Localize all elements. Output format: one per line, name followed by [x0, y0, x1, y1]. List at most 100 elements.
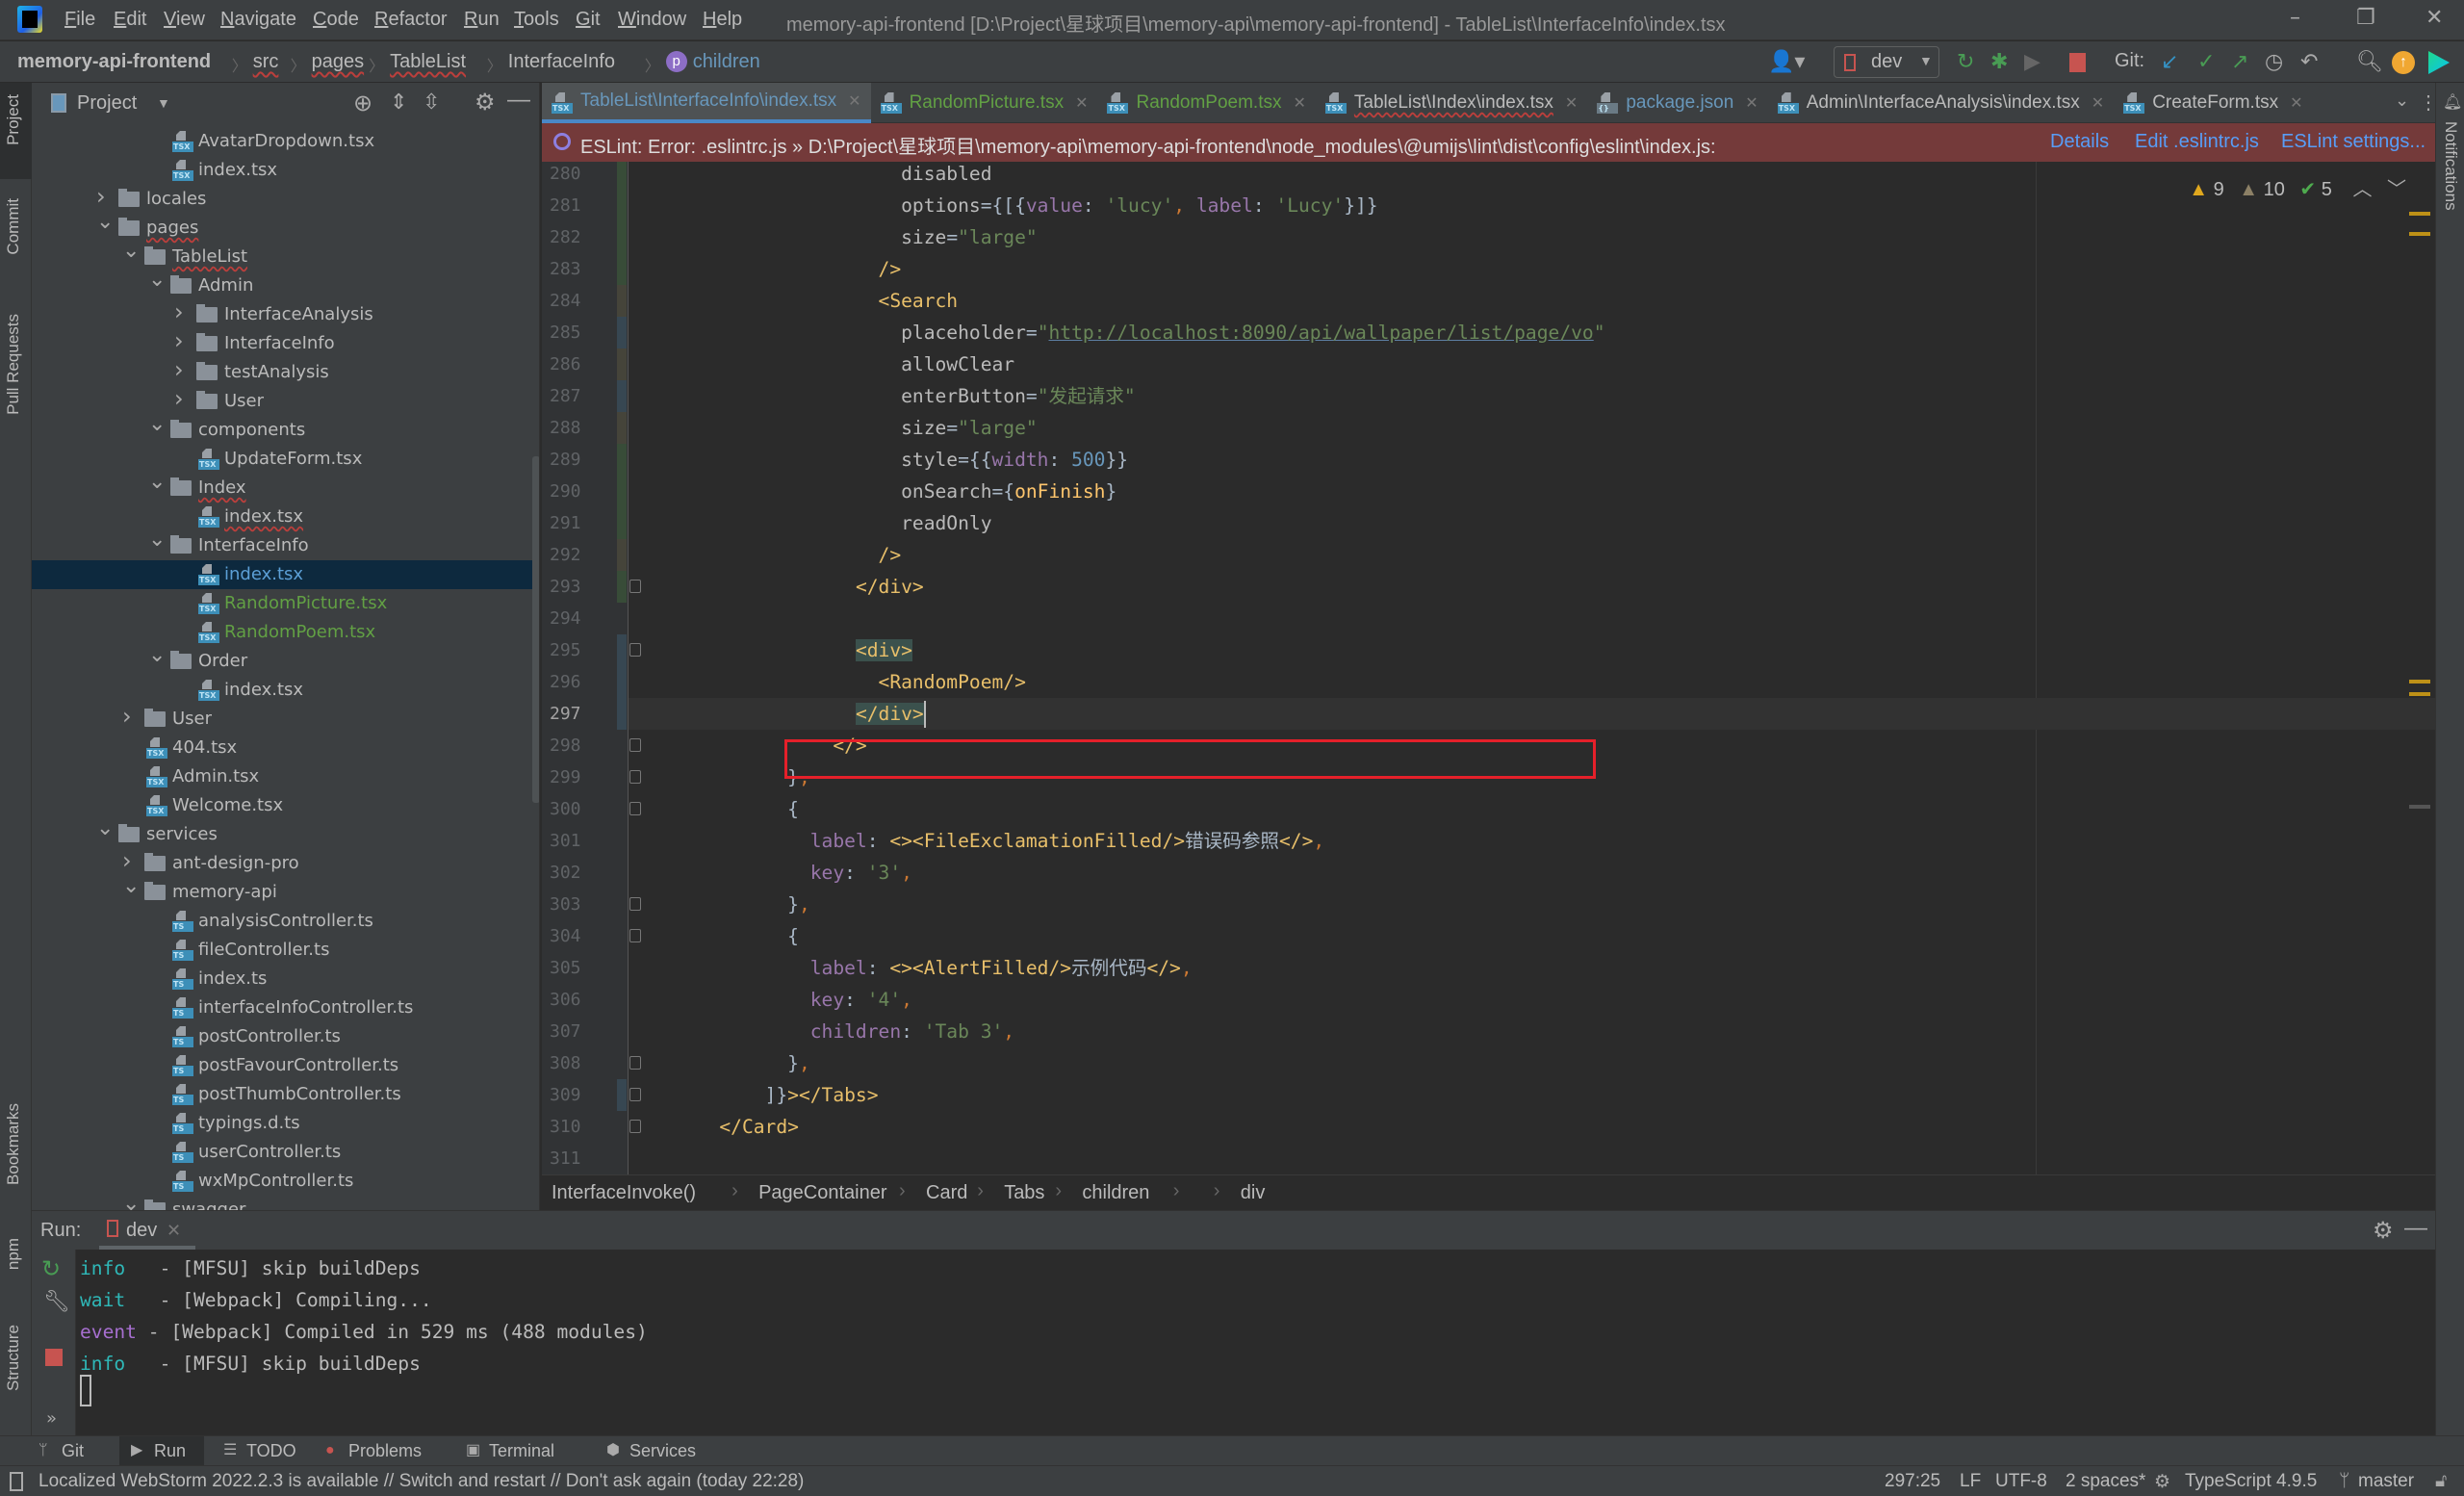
- tree-file[interactable]: TS wxMpController.ts: [32, 1167, 539, 1196]
- chevron-down-icon[interactable]: ⌄: [122, 874, 140, 898]
- tree-file[interactable]: TSX Admin.tsx: [32, 762, 539, 791]
- tree-file[interactable]: TS interfaceInfoController.ts: [32, 993, 539, 1022]
- git-commit-icon[interactable]: ✓: [2197, 49, 2215, 74]
- chevron-down-icon[interactable]: ⌄: [148, 268, 166, 292]
- stop-icon[interactable]: [2069, 53, 2086, 72]
- locate-icon[interactable]: ⊕: [353, 90, 372, 117]
- project-view-select[interactable]: Project: [77, 92, 137, 115]
- tree-file[interactable]: TSX AvatarDropdown.tsx: [32, 127, 539, 156]
- tree-file[interactable]: TS postController.ts: [32, 1022, 539, 1051]
- vcs-change-marker[interactable]: [617, 317, 627, 348]
- vcs-change-marker[interactable]: [617, 190, 627, 221]
- close-tab-icon[interactable]: ✕: [848, 91, 860, 111]
- update-icon[interactable]: ↑: [2392, 51, 2415, 74]
- breadcrumb-item[interactable]: TableList: [390, 51, 466, 73]
- vcs-change-marker[interactable]: [617, 285, 627, 317]
- menu-help[interactable]: Help: [703, 9, 742, 31]
- menu-run[interactable]: Run: [464, 9, 500, 31]
- tree-file[interactable]: TSX index.tsx: [32, 156, 539, 185]
- close-button[interactable]: ✕: [2426, 6, 2443, 30]
- chevron-down-icon[interactable]: ⌄: [122, 239, 140, 263]
- gear-icon[interactable]: ⚙: [2373, 1217, 2394, 1245]
- tab-tablelist-index-index-tsx[interactable]: TSX TableList\Index\index.tsx ✕: [1316, 83, 1587, 123]
- vcs-change-marker[interactable]: [617, 444, 627, 476]
- tree-folder[interactable]: › InterfaceAnalysis: [32, 298, 539, 329]
- code-breadcrumb-item[interactable]: PageContainer: [758, 1182, 886, 1204]
- close-tab-icon[interactable]: ✕: [2290, 93, 2302, 113]
- stop-icon[interactable]: [45, 1349, 63, 1366]
- user-icon[interactable]: 👤▾: [1768, 49, 1805, 74]
- coverage-icon[interactable]: ▶: [2024, 49, 2040, 74]
- vcs-change-marker[interactable]: [617, 666, 627, 698]
- vcs-change-marker[interactable]: [617, 253, 627, 285]
- tree-file[interactable]: TSX UpdateForm.tsx: [32, 445, 539, 474]
- history-icon[interactable]: ◷: [2265, 49, 2283, 74]
- vcs-change-marker[interactable]: [617, 698, 627, 730]
- menu-window[interactable]: Window: [618, 9, 686, 31]
- stripe-npm[interactable]: npm: [4, 1238, 23, 1270]
- vcs-change-marker[interactable]: [617, 571, 627, 603]
- chevron-right-icon[interactable]: ›: [174, 327, 184, 354]
- hide-panel-icon[interactable]: —: [2404, 1215, 2427, 1242]
- run-config-select[interactable]: dev ▼: [1834, 46, 1939, 78]
- minimize-button[interactable]: –: [2290, 6, 2300, 30]
- scroll-marker[interactable]: [2409, 232, 2430, 236]
- vcs-change-marker[interactable]: [617, 476, 627, 507]
- stripe-structure[interactable]: Structure: [4, 1325, 23, 1391]
- tab-admin-interfaceanalysis-index-tsx[interactable]: TSX Admin\InterfaceAnalysis\index.tsx ✕: [1768, 83, 2114, 123]
- indent-setting[interactable]: 2 spaces*: [2066, 1471, 2145, 1492]
- tab-randompicture-tsx[interactable]: TSX RandomPicture.tsx ✕: [871, 83, 1098, 123]
- git-update-icon[interactable]: ↙: [2161, 49, 2178, 74]
- close-tab-icon[interactable]: ✕: [1075, 93, 1088, 113]
- more-icon[interactable]: ⋮: [2419, 90, 2438, 115]
- chevron-down-icon[interactable]: ⌄: [148, 470, 166, 494]
- tree-file[interactable]: TSX 404.tsx: [32, 734, 539, 762]
- tool-tab-todo[interactable]: ☰ TODO: [212, 1436, 306, 1466]
- breadcrumb-item[interactable]: children: [693, 51, 760, 73]
- close-tab-icon[interactable]: ✕: [1745, 93, 1758, 113]
- eslint-settings-link[interactable]: ESLint settings...: [2281, 131, 2426, 153]
- edit-eslintrc-link[interactable]: Edit .eslintrc.js: [2135, 131, 2259, 153]
- tab-list-chevron-icon[interactable]: ⌄: [2395, 90, 2409, 111]
- tool-tab-git[interactable]: ᛘ Git: [27, 1436, 112, 1466]
- menu-navigate[interactable]: Navigate: [220, 9, 296, 31]
- vcs-change-marker[interactable]: [617, 162, 627, 190]
- vcs-change-marker[interactable]: [617, 1079, 627, 1111]
- tree-folder[interactable]: ⌄ memory-api: [32, 874, 539, 907]
- breadcrumb-item[interactable]: InterfaceInfo: [508, 51, 615, 73]
- scroll-marker[interactable]: [2409, 805, 2430, 809]
- language-service[interactable]: TypeScript 4.9.5: [2185, 1471, 2317, 1492]
- unlock-icon[interactable]: 🔓︎: [2435, 1471, 2447, 1492]
- vcs-change-marker[interactable]: [617, 507, 627, 539]
- tree-folder[interactable]: ⌄ services: [32, 816, 539, 849]
- tool-tab-terminal[interactable]: ▣ Terminal: [454, 1436, 587, 1466]
- tree-folder[interactable]: › User: [32, 385, 539, 416]
- git-branch[interactable]: master: [2358, 1471, 2414, 1492]
- tree-file[interactable]: TS analysisController.ts: [32, 907, 539, 936]
- tree-file[interactable]: TS postFavourController.ts: [32, 1051, 539, 1080]
- tool-tab-services[interactable]: ⬢ Services: [595, 1436, 728, 1466]
- chevron-right-icon[interactable]: ›: [174, 298, 184, 325]
- chevron-down-icon[interactable]: ⌄: [148, 528, 166, 552]
- vcs-change-marker[interactable]: [617, 634, 627, 666]
- scroll-marker[interactable]: [2409, 692, 2430, 696]
- tree-folder[interactable]: ⌄ Admin: [32, 268, 539, 300]
- menu-edit[interactable]: Edit: [114, 9, 146, 31]
- chevron-down-icon[interactable]: ⌄: [96, 816, 114, 840]
- vcs-change-marker[interactable]: [617, 348, 627, 380]
- project-scrollbar[interactable]: [532, 456, 539, 803]
- tree-folder[interactable]: › testAnalysis: [32, 356, 539, 387]
- rollback-icon[interactable]: ↶: [2300, 49, 2318, 74]
- tree-folder[interactable]: ⌄ TableList: [32, 239, 539, 271]
- menu-git[interactable]: Git: [576, 9, 601, 31]
- hide-panel-icon[interactable]: —: [507, 87, 530, 114]
- menu-refactor[interactable]: Refactor: [374, 9, 448, 31]
- tree-folder[interactable]: ⌄ swagger: [32, 1192, 539, 1210]
- menu-tools[interactable]: Tools: [514, 9, 559, 31]
- stripe-notifications[interactable]: Notifications: [2441, 121, 2460, 211]
- chevron-right-icon[interactable]: ›: [174, 385, 184, 412]
- breadcrumb-item[interactable]: pages: [312, 51, 365, 73]
- code-breadcrumb-item[interactable]: div: [1241, 1182, 1266, 1204]
- details-link[interactable]: Details: [2050, 131, 2109, 153]
- code-area[interactable]: 280 281 282 283 284 285 286 287 288 289 290 291 292 2…: [542, 162, 2435, 1174]
